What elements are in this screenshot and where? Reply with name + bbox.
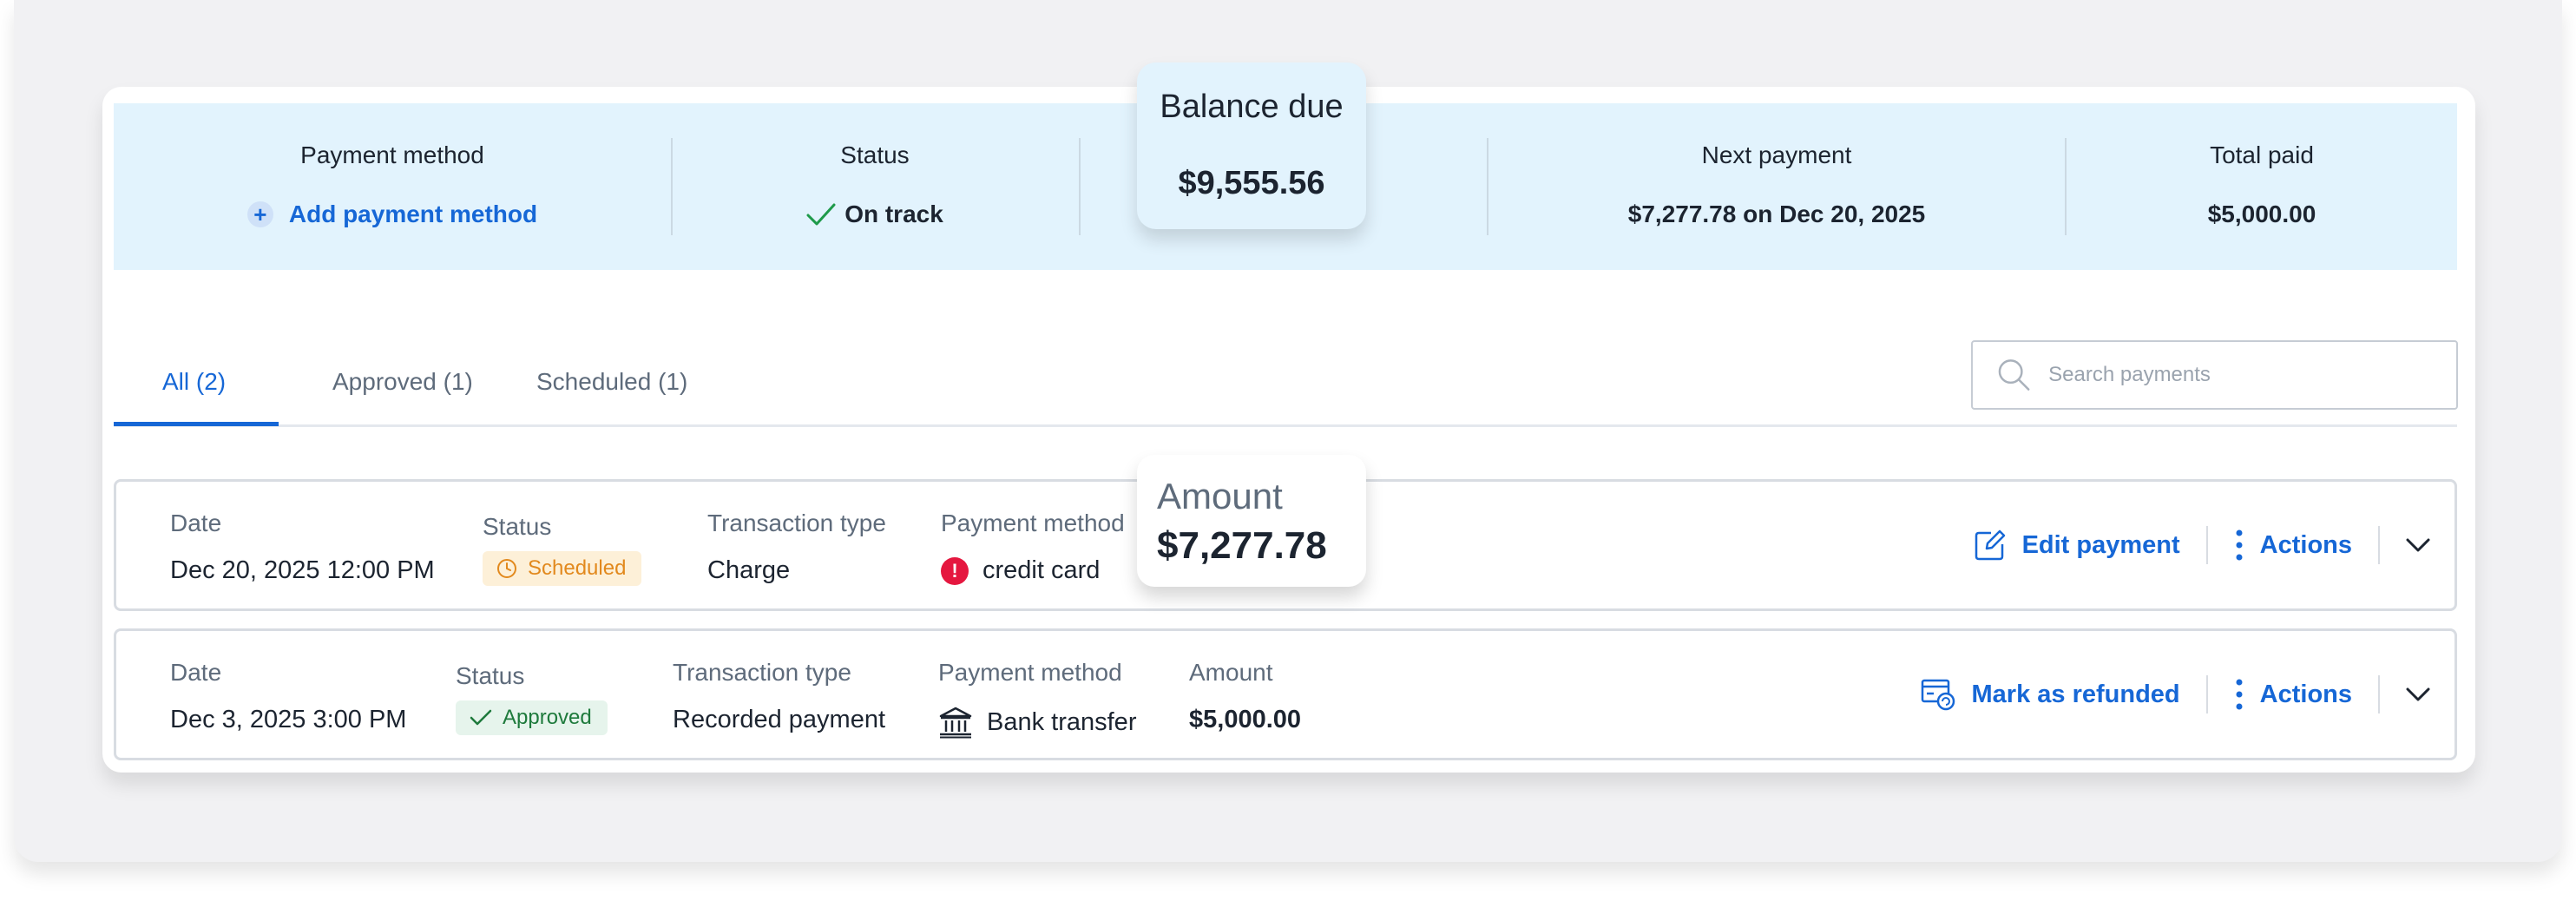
clock-icon: [497, 559, 516, 578]
payment-row: Date Dec 3, 2025 3:00 PM Status Approved…: [114, 628, 2457, 760]
date-value: Dec 20, 2025 12:00 PM: [170, 556, 435, 584]
payment-method-field: Payment method ! credit card: [941, 510, 1125, 585]
next-payment-value: $7,277.78 on Dec 20, 2025: [1627, 201, 1926, 227]
actions-label: Actions: [2259, 680, 2352, 708]
more-vertical-icon: [2236, 679, 2243, 710]
tab-scheduled[interactable]: Scheduled (1): [536, 368, 687, 396]
amount-label: Amount: [1189, 659, 1273, 686]
checkmark-icon: [806, 203, 836, 226]
total-paid-value: $5,000.00: [2207, 201, 2316, 227]
row-actions: Edit payment Actions: [1974, 482, 2454, 608]
edit-icon: [1975, 529, 2005, 561]
actions-menu-button[interactable]: Actions: [2234, 678, 2352, 711]
next-payment-label: Next payment: [1701, 141, 1852, 168]
mark-as-refunded-button[interactable]: Mark as refunded: [1920, 677, 2180, 712]
actions-divider: [2205, 526, 2208, 564]
search-icon: [1998, 359, 2030, 391]
more-vertical-icon: [2236, 529, 2243, 561]
transaction-type-field: Transaction type Recorded payment: [673, 659, 885, 734]
mark-as-refunded-label: Mark as refunded: [1971, 680, 2180, 708]
actions-divider: [2378, 675, 2380, 713]
status-badge-label: Approved: [503, 706, 592, 729]
add-payment-method-button[interactable]: + Add payment method: [246, 201, 538, 228]
status-badge: Approved: [456, 700, 608, 735]
amount-callout: Amount $7,277.78: [1137, 455, 1366, 587]
transaction-type-value: Recorded payment: [673, 706, 886, 733]
amount-field: Amount $5,000.00: [1189, 659, 1301, 734]
status-label: Status: [840, 141, 910, 168]
summary-divider: [1079, 138, 1081, 235]
status-badge-label: Scheduled: [528, 556, 627, 580]
chevron-down-icon: [2406, 538, 2430, 552]
checkmark-icon: [470, 709, 492, 726]
actions-divider: [2205, 675, 2208, 713]
transaction-type-label: Transaction type: [673, 659, 851, 686]
balance-due-value: $9,555.56: [1178, 165, 1325, 201]
date-value: Dec 3, 2025 3:00 PM: [170, 706, 407, 733]
add-payment-method-label: Add payment method: [288, 201, 538, 227]
date-label: Date: [170, 659, 222, 686]
row-actions: Mark as refunded Actions: [1920, 631, 2454, 758]
amount-label: Amount: [1157, 476, 1283, 516]
payment-method-label: Payment method: [941, 510, 1125, 536]
summary-next-payment: Next payment $7,277.78 on Dec 20, 2025: [1488, 103, 2065, 270]
transaction-type-value: Charge: [707, 556, 791, 584]
tab-all[interactable]: All (2): [162, 368, 226, 396]
chevron-down-icon: [2406, 687, 2430, 701]
edit-payment-label: Edit payment: [2021, 530, 2180, 559]
search-input[interactable]: [2048, 363, 2456, 387]
refund-icon: [1921, 679, 1955, 711]
status-label: Status: [483, 513, 552, 540]
payment-method-value: credit card: [982, 556, 1101, 584]
actions-menu-button[interactable]: Actions: [2234, 529, 2352, 562]
status-field: Status Scheduled: [483, 513, 642, 586]
status-field: Status Approved: [456, 662, 608, 735]
balance-due-callout: Balance due $9,555.56: [1137, 62, 1366, 229]
expand-row-button[interactable]: [2406, 687, 2430, 702]
tab-approved[interactable]: Approved (1): [332, 368, 473, 396]
edit-payment-button[interactable]: Edit payment: [1974, 529, 2180, 562]
actions-divider: [2378, 526, 2380, 564]
date-field: Date Dec 20, 2025 12:00 PM: [170, 510, 435, 585]
payment-method-label: Payment method: [938, 659, 1122, 686]
total-paid-label: Total paid: [2210, 141, 2314, 168]
amount-value: $7,277.78: [1157, 524, 1327, 567]
active-tab-indicator: [114, 422, 279, 426]
summary-status: Status On track: [673, 103, 1077, 270]
payment-method-value: Bank transfer: [987, 707, 1137, 736]
amount-value: $5,000.00: [1189, 706, 1302, 733]
summary-payment-method: Payment method + Add payment method: [114, 103, 671, 270]
bank-icon: [939, 707, 972, 739]
balance-due-label: Balance due: [1160, 89, 1344, 125]
status-badge: Scheduled: [483, 551, 642, 586]
error-icon: !: [941, 556, 969, 585]
status-label: Status: [456, 662, 525, 689]
transaction-type-field: Transaction type Charge: [707, 510, 886, 585]
date-field: Date Dec 3, 2025 3:00 PM: [170, 659, 406, 734]
payment-method-label: Payment method: [300, 141, 484, 168]
transaction-type-label: Transaction type: [707, 510, 886, 536]
plus-icon: +: [246, 201, 273, 227]
expand-row-button[interactable]: [2406, 537, 2430, 553]
status-value: On track: [844, 201, 943, 227]
summary-total-paid: Total paid $5,000.00: [2067, 103, 2457, 270]
search-box: [1971, 340, 2458, 410]
actions-label: Actions: [2259, 530, 2352, 559]
date-label: Date: [170, 510, 222, 536]
payment-method-field: Payment method Bank transfer: [938, 659, 1136, 739]
